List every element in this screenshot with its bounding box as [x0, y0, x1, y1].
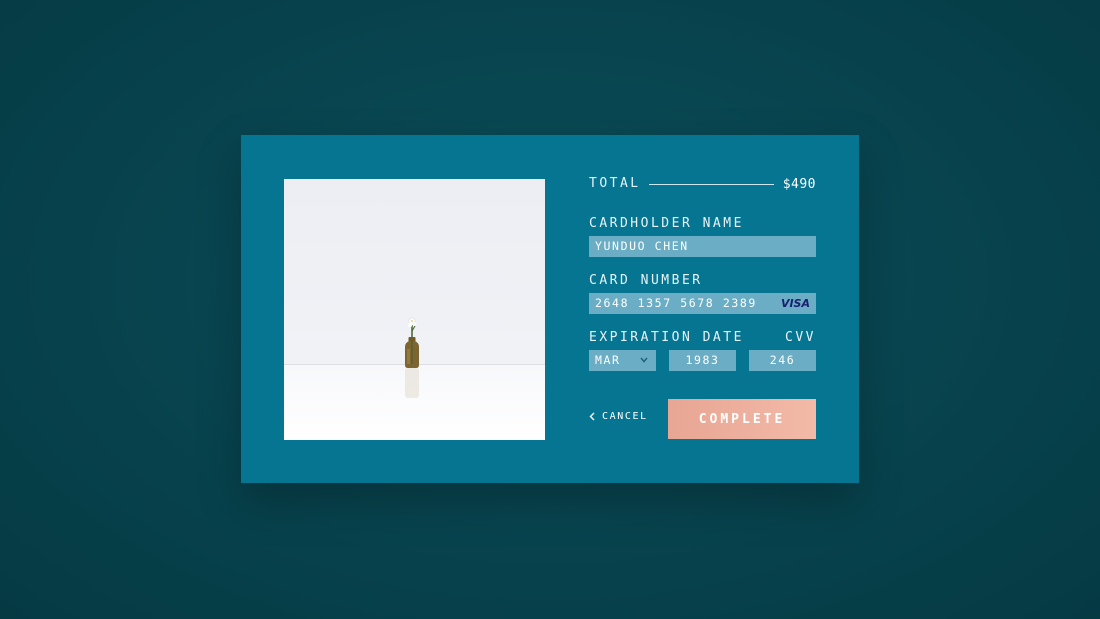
card-number-input[interactable]: 2648 1357 5678 2389 VISA: [589, 293, 816, 314]
cvv-value: 246: [769, 353, 796, 367]
card-number-label: CARD NUMBER: [589, 273, 703, 288]
cvv-input[interactable]: 246: [749, 350, 816, 371]
card-number-value: 2648 1357 5678 2389: [595, 296, 757, 310]
expiration-month-select[interactable]: MAR: [589, 350, 656, 371]
cancel-button[interactable]: CANCEL: [589, 409, 648, 423]
cardholder-name-input[interactable]: YUNDUO CHEN: [589, 236, 816, 257]
total-label: TOTAL: [589, 176, 641, 191]
complete-button[interactable]: COMPLETE: [668, 399, 816, 439]
expiration-date-label: EXPIRATION DATE: [589, 330, 744, 345]
cancel-label: CANCEL: [602, 410, 648, 422]
cardholder-name-value: YUNDUO CHEN: [595, 239, 689, 253]
total-amount: $490: [782, 176, 816, 192]
expiration-year-input[interactable]: 1983: [669, 350, 736, 371]
chevron-left-icon: [589, 412, 595, 420]
visa-logo-icon: VISA: [780, 297, 810, 310]
expiration-month-value: MAR: [595, 353, 621, 367]
cvv-label: CVV: [785, 330, 816, 345]
cardholder-name-label: CARDHOLDER NAME: [589, 216, 744, 231]
checkout-card: TOTAL $490 CARDHOLDER NAME YUNDUO CHEN C…: [241, 135, 859, 483]
product-image: [284, 179, 545, 440]
total-row: TOTAL $490: [589, 175, 816, 193]
total-divider: [648, 183, 774, 185]
bottle-with-flower-icon: [405, 317, 419, 398]
chevron-down-icon: [640, 357, 648, 363]
expiration-year-value: 1983: [685, 353, 720, 367]
